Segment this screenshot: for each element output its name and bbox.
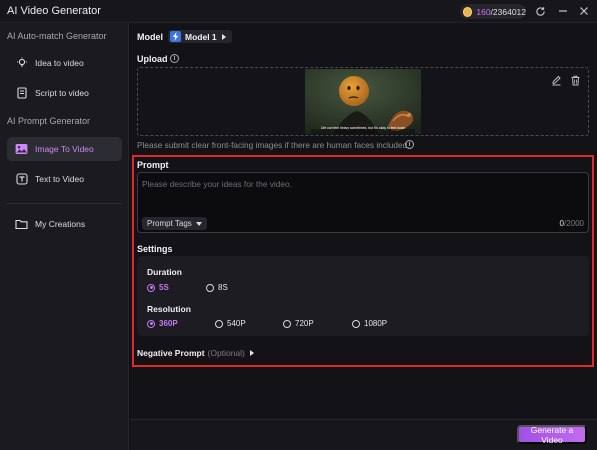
sidebar-item-text-to-video[interactable]: Text to Video [7,167,122,191]
bottom-action-bar: Generate a Video [130,419,597,450]
model-label: Model [137,32,163,42]
duration-label: Duration [147,267,182,277]
radio-label: 360P [159,319,178,328]
prompt-placeholder: Please describe your ideas for the video… [142,179,292,189]
duration-option-8s[interactable]: 8S [206,283,228,292]
credits-total: /2364012 [490,6,526,17]
title-bar: AI Video Generator 160 /2364012 [0,0,597,23]
prompt-tags-dropdown[interactable]: Prompt Tags [142,217,207,230]
refresh-icon[interactable] [533,4,547,18]
prompt-tags-label: Prompt Tags [147,219,192,228]
lightbulb-icon [15,57,28,70]
negative-prompt-toggle[interactable]: Negative Prompt (Optional) [137,348,254,358]
resolution-option-540p[interactable]: 540P [215,319,246,328]
radio-unselected-icon [352,319,360,328]
resolution-option-720p[interactable]: 720P [283,319,314,328]
sidebar-item-label: Idea to video [35,58,84,68]
text-icon [15,173,28,186]
generate-video-button[interactable]: Generate a Video [517,425,587,445]
sidebar-item-label: Text to Video [35,174,84,184]
main-panel: Model Model 1 Upload i Life can feel hea… [130,23,597,450]
duration-option-5s[interactable]: 5S [147,283,169,292]
chevron-right-icon [221,33,226,40]
radio-label: 5S [159,283,169,292]
sidebar-item-label: Image To Video [35,144,94,154]
sidebar-item-script-to-video[interactable]: Script to video [7,81,122,105]
credits-badge[interactable]: 160 /2364012 [460,4,526,19]
settings-label: Settings [137,244,173,254]
app-title: AI Video Generator [7,5,101,17]
sidebar-item-image-to-video[interactable]: Image To Video [7,137,122,161]
upload-hint: Please submit clear front-facing images … [137,140,410,150]
close-icon[interactable] [577,4,591,18]
uploaded-image-thumbnail: Life can feel heavy sometimes, but it's … [305,69,421,134]
credits-used: 160 [476,6,491,17]
character-counter: 0/2000 [560,219,584,228]
negative-prompt-label: Negative Prompt [137,348,205,358]
radio-selected-icon [147,283,155,292]
sidebar-item-idea-to-video[interactable]: Idea to video [7,51,122,75]
minimize-icon[interactable] [556,4,570,18]
coin-icon [463,6,473,17]
radio-unselected-icon [206,283,214,292]
info-icon[interactable]: i [170,54,179,63]
thumbnail-caption: Life can feel heavy sometimes, but it's … [320,126,406,130]
edit-icon[interactable] [551,75,562,86]
resolution-option-1080p[interactable]: 1080P [352,319,387,328]
character-max: /2000 [563,219,584,228]
model-name: Model 1 [185,31,217,42]
optional-tag: (Optional) [207,348,245,358]
section-prompt-generator: AI Prompt Generator [7,116,91,126]
chevron-right-icon [249,350,254,356]
upload-label: Upload [137,54,168,64]
sidebar-divider [7,203,122,204]
trash-icon[interactable] [570,75,581,86]
radio-label: 540P [227,319,246,328]
image-icon [15,143,28,156]
settings-panel: Duration 5S 8S Resolution 360P 540P 720P… [137,256,589,336]
model-selector[interactable]: Model 1 [168,30,232,43]
document-icon [15,87,28,100]
info-icon[interactable]: i [405,140,414,149]
lightning-icon [170,31,181,42]
folder-icon [15,218,28,231]
sidebar-item-label: My Creations [35,219,86,229]
prompt-textarea[interactable]: Please describe your ideas for the video… [137,172,589,233]
sidebar-item-my-creations[interactable]: My Creations [7,212,122,236]
resolution-label: Resolution [147,304,191,314]
upload-dropzone[interactable]: Life can feel heavy sometimes, but it's … [137,67,589,136]
chevron-down-icon [195,221,202,226]
resolution-option-360p[interactable]: 360P [147,319,178,328]
radio-unselected-icon [283,319,291,328]
radio-selected-icon [147,319,155,328]
radio-label: 720P [295,319,314,328]
sidebar-item-label: Script to video [35,88,89,98]
section-auto-match: AI Auto-match Generator [7,31,107,41]
radio-unselected-icon [215,319,223,328]
prompt-label: Prompt [137,160,169,170]
radio-label: 1080P [364,319,388,328]
sidebar: AI Auto-match Generator Idea to video Sc… [0,23,129,450]
radio-label: 8S [218,283,228,292]
